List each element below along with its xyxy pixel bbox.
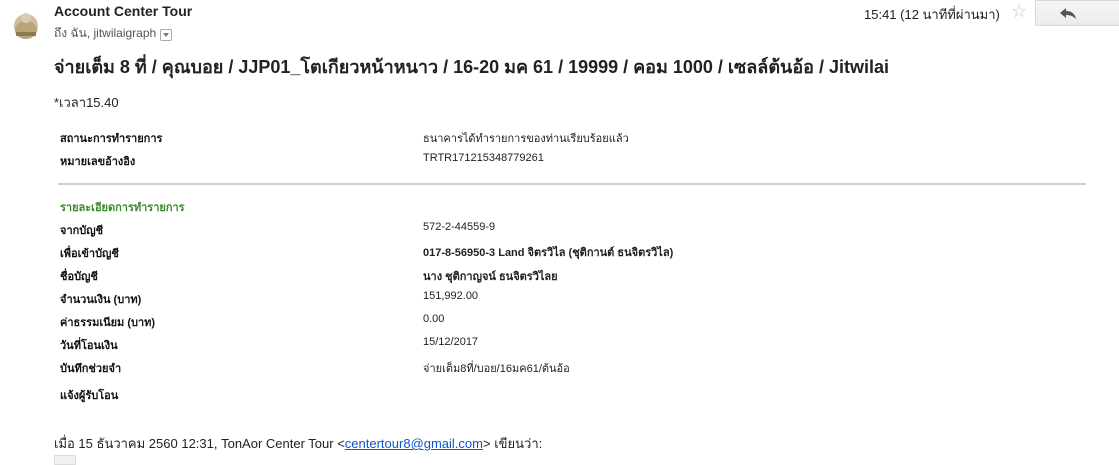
from-account-label: จากบัญชี bbox=[60, 225, 104, 237]
reply-icon bbox=[1060, 8, 1076, 19]
chevron-down-icon[interactable] bbox=[160, 28, 173, 41]
star-icon[interactable]: ☆ bbox=[1011, 1, 1027, 22]
to-account-label: เพื่อเข้าบัญชี bbox=[60, 248, 119, 260]
status-label: สถานะการทำรายการ bbox=[60, 133, 163, 145]
reply-button[interactable] bbox=[1035, 0, 1101, 26]
show-trimmed-content-button[interactable] bbox=[54, 455, 76, 465]
fee-label: ค่าธรรมเนียม (บาท) bbox=[60, 317, 156, 329]
recipients-text: ถึง ฉัน, jitwilaigraph bbox=[54, 26, 157, 40]
sender-email-link[interactable]: centertour8@gmail.com bbox=[345, 436, 483, 451]
status-value: ธนาคารได้ทำรายการของท่านเรียบร้อยแล้ว bbox=[423, 133, 629, 145]
notify-recipient-label: แจ้งผู้รับโอน bbox=[60, 390, 119, 402]
sender-avatar[interactable] bbox=[8, 6, 44, 42]
to-account-value: 017-8-56950-3 Land จิตรวิไล (ชุติกานต์ ธ… bbox=[423, 247, 674, 259]
sender-name: Account Center Tour bbox=[54, 3, 193, 19]
time-note: *เวลา15.40 bbox=[54, 95, 119, 110]
memo-label: บันทึกช่วยจำ bbox=[60, 363, 122, 375]
account-name-value: นาง ชุติกาญจน์ ธนจิตรวิไลย bbox=[423, 271, 558, 283]
recipients-line: ถึง ฉัน, jitwilaigraph bbox=[54, 24, 173, 43]
amount-label: จำนวนเงิน (บาท) bbox=[60, 294, 142, 306]
from-account-value: 572-2-44559-9 bbox=[423, 221, 496, 233]
details-section-title: รายละเอียดการทำรายการ bbox=[60, 202, 185, 214]
quote-suffix: > เขียนว่า: bbox=[482, 436, 543, 451]
reference-value: TRTR171215348779261 bbox=[423, 152, 544, 164]
timestamp: 15:41 (12 นาทีที่ผ่านมา) bbox=[864, 7, 1000, 22]
quote-prefix: เมื่อ 15 ธันวาคม 2560 12:31, TonAor Cent… bbox=[54, 436, 345, 451]
section-divider bbox=[58, 183, 1086, 185]
quoted-header: เมื่อ 15 ธันวาคม 2560 12:31, TonAor Cent… bbox=[54, 433, 542, 454]
fee-value: 0.00 bbox=[423, 313, 445, 325]
transfer-date-value: 15/12/2017 bbox=[423, 336, 479, 348]
reference-label: หมายเลขอ้างอิง bbox=[60, 156, 136, 168]
memo-value: จ่ายเต็ม8ที่/บอย/16มค61/ต้นอ้อ bbox=[423, 363, 570, 375]
more-actions-button[interactable] bbox=[1099, 0, 1119, 26]
email-subject: จ่ายเต็ม 8 ที่ / คุณบอย / JJP01_โตเกียวห… bbox=[54, 57, 889, 77]
account-name-label: ชื่อบัญชี bbox=[60, 271, 98, 283]
transfer-date-label: วันที่โอนเงิน bbox=[60, 340, 118, 352]
amount-value: 151,992.00 bbox=[423, 290, 479, 302]
